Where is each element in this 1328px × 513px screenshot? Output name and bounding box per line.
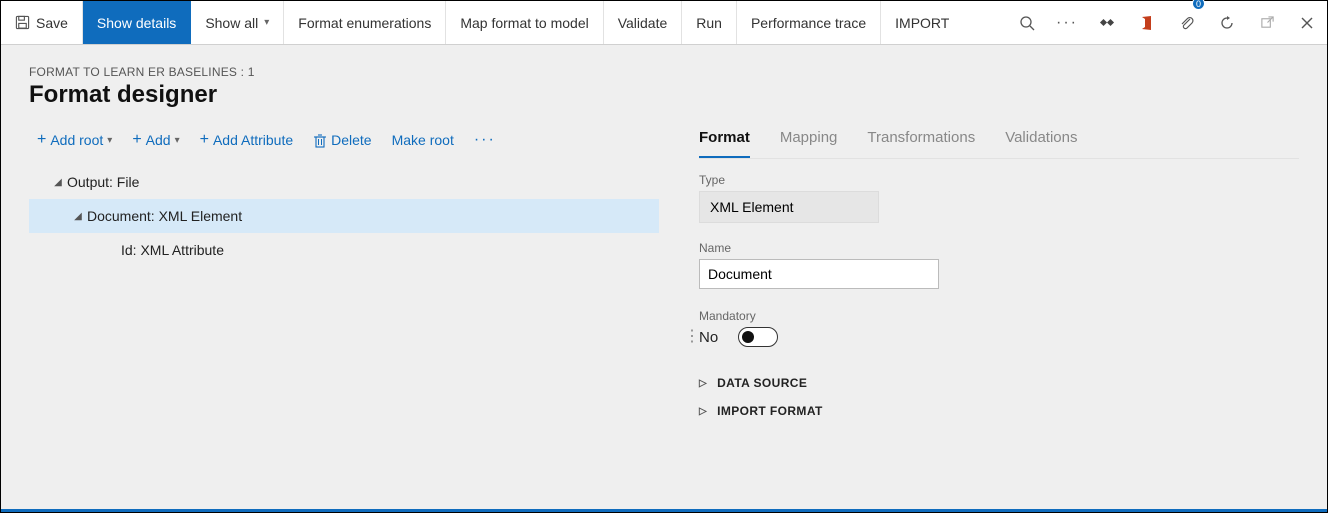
name-input[interactable] — [699, 259, 939, 289]
show-details-button[interactable]: Show details — [83, 1, 191, 44]
attachments-button[interactable]: 0 — [1167, 1, 1207, 44]
extension-button[interactable] — [1087, 1, 1127, 44]
save-label: Save — [36, 15, 68, 31]
ellipsis-icon: ··· — [1056, 14, 1078, 32]
search-button[interactable] — [1007, 1, 1047, 44]
close-icon — [1300, 16, 1314, 30]
add-root-button[interactable]: + Add root ▾ — [29, 128, 120, 152]
plus-icon: + — [37, 132, 46, 148]
save-button[interactable]: Save — [1, 1, 83, 44]
office-button[interactable] — [1127, 1, 1167, 44]
type-label: Type — [699, 173, 1299, 187]
add-label: Add — [146, 132, 171, 148]
import-button[interactable]: IMPORT — [881, 1, 963, 44]
search-icon — [1019, 15, 1035, 31]
page-title: Format designer — [29, 81, 1299, 109]
trash-icon — [313, 133, 327, 148]
chevron-down-icon: ▾ — [107, 135, 112, 146]
tab-transformations[interactable]: Transformations — [867, 127, 975, 158]
office-icon — [1139, 15, 1155, 31]
toolbar: Save Show details Show all ▾ Format enum… — [1, 1, 1327, 45]
popout-icon — [1260, 15, 1275, 30]
caret-down-icon: ◢ — [49, 177, 67, 188]
tree-more-button[interactable]: ··· — [466, 127, 504, 153]
make-root-button[interactable]: Make root — [384, 128, 462, 152]
show-details-label: Show details — [97, 15, 176, 31]
performance-trace-button[interactable]: Performance trace — [737, 1, 881, 44]
tab-mapping[interactable]: Mapping — [780, 127, 838, 158]
attachments-badge: 0 — [1192, 0, 1205, 10]
breadcrumb: FORMAT TO LEARN ER BASELINES : 1 — [29, 65, 1299, 79]
plus-icon: + — [132, 132, 141, 148]
import-format-label: IMPORT FORMAT — [717, 404, 823, 418]
refresh-button[interactable] — [1207, 1, 1247, 44]
validate-label: Validate — [618, 15, 668, 31]
tree-node-document[interactable]: ◢ Document: XML Element — [29, 199, 659, 233]
mandatory-value: No — [699, 329, 718, 346]
perf-label: Performance trace — [751, 15, 866, 31]
tree-node-label: Id: XML Attribute — [121, 242, 224, 258]
run-button[interactable]: Run — [682, 1, 737, 44]
chevron-down-icon: ▾ — [264, 17, 269, 28]
format-tree: ◢ Output: File ◢ Document: XML Element I… — [29, 165, 659, 267]
caret-right-icon: ▷ — [699, 378, 707, 389]
save-icon — [15, 15, 30, 30]
caret-right-icon: ▷ — [699, 406, 707, 417]
chevron-down-icon: ▾ — [175, 135, 180, 146]
tab-format[interactable]: Format — [699, 127, 750, 158]
data-source-label: DATA SOURCE — [717, 376, 807, 390]
caret-down-icon: ◢ — [69, 211, 87, 222]
run-label: Run — [696, 15, 722, 31]
tree-node-label: Document: XML Element — [87, 208, 242, 224]
type-value: XML Element — [699, 191, 879, 223]
add-attribute-button[interactable]: + Add Attribute — [192, 128, 302, 152]
delete-button[interactable]: Delete — [305, 128, 379, 152]
format-enum-label: Format enumerations — [298, 15, 431, 31]
ellipsis-icon: ··· — [474, 131, 496, 149]
details-tabs: Format Mapping Transformations Validatio… — [699, 127, 1299, 159]
plus-icon: + — [200, 132, 209, 148]
more-button[interactable]: ··· — [1047, 1, 1087, 44]
tree-node-label: Output: File — [67, 174, 139, 190]
validate-button[interactable]: Validate — [604, 1, 683, 44]
close-button[interactable] — [1287, 1, 1327, 44]
add-root-label: Add root — [50, 132, 103, 148]
add-button[interactable]: + Add ▾ — [124, 128, 187, 152]
name-label: Name — [699, 241, 1299, 255]
format-enumerations-button[interactable]: Format enumerations — [284, 1, 446, 44]
tree-node-id[interactable]: Id: XML Attribute — [29, 233, 659, 267]
data-source-section[interactable]: ▷ DATA SOURCE — [699, 369, 1299, 397]
paperclip-icon — [1179, 15, 1195, 31]
popout-button[interactable] — [1247, 1, 1287, 44]
import-label: IMPORT — [895, 15, 949, 31]
delete-label: Delete — [331, 132, 371, 148]
refresh-icon — [1219, 15, 1235, 31]
tree-pane: + Add root ▾ + Add ▾ + Add Attribute Del… — [29, 127, 659, 509]
mandatory-label: Mandatory — [699, 309, 1299, 323]
tab-validations[interactable]: Validations — [1005, 127, 1077, 158]
show-all-label: Show all — [205, 15, 258, 31]
content-area: FORMAT TO LEARN ER BASELINES : 1 Format … — [1, 45, 1327, 512]
show-all-button[interactable]: Show all ▾ — [191, 1, 284, 44]
import-format-section[interactable]: ▷ IMPORT FORMAT — [699, 397, 1299, 425]
add-attribute-label: Add Attribute — [213, 132, 293, 148]
make-root-label: Make root — [392, 132, 454, 148]
map-format-label: Map format to model — [460, 15, 588, 31]
toggle-knob — [742, 331, 754, 343]
tree-action-bar: + Add root ▾ + Add ▾ + Add Attribute Del… — [29, 127, 659, 153]
diamonds-icon — [1098, 16, 1116, 30]
tree-node-output[interactable]: ◢ Output: File — [29, 165, 659, 199]
map-format-button[interactable]: Map format to model — [446, 1, 603, 44]
details-pane: Format Mapping Transformations Validatio… — [689, 127, 1299, 509]
mandatory-toggle[interactable] — [738, 327, 778, 347]
resize-handle[interactable]: ⋮ — [684, 334, 699, 340]
